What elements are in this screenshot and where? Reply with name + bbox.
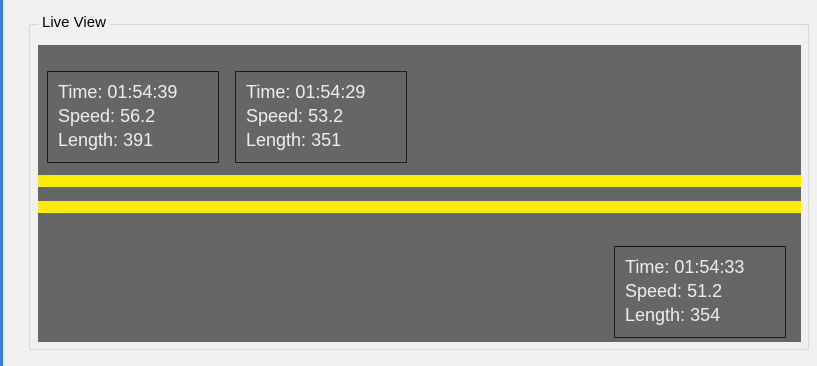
- window-edge-accent: [0, 0, 3, 366]
- vehicle-length: Length: 354: [625, 305, 721, 325]
- live-view-title: Live View: [38, 14, 110, 32]
- vehicle-info-box: Time: 01:54:39 Speed: 56.2 Length: 391: [47, 71, 219, 163]
- vehicle-info-box: Time: 01:54:33 Speed: 51.2 Length: 354: [614, 246, 786, 338]
- vehicle-speed: Speed: 53.2: [246, 106, 344, 126]
- vehicle-speed: Speed: 51.2: [625, 281, 723, 301]
- live-view-road: Time: 01:54:39 Speed: 56.2 Length: 391 T…: [38, 45, 801, 342]
- vehicle-length: Length: 391: [58, 130, 154, 150]
- vehicle-time: Time: 01:54:33: [625, 257, 745, 277]
- vehicle-time: Time: 01:54:29: [246, 82, 366, 102]
- vehicle-speed: Speed: 56.2: [58, 106, 156, 126]
- lane-line-bottom: [38, 201, 801, 213]
- vehicle-length: Length: 351: [246, 130, 342, 150]
- vehicle-time: Time: 01:54:39: [58, 82, 178, 102]
- vehicle-info-box: Time: 01:54:29 Speed: 53.2 Length: 351: [235, 71, 407, 163]
- window: Live View Time: 01:54:39 Speed: 56.2 Len…: [0, 0, 817, 366]
- lane-line-top: [38, 175, 801, 187]
